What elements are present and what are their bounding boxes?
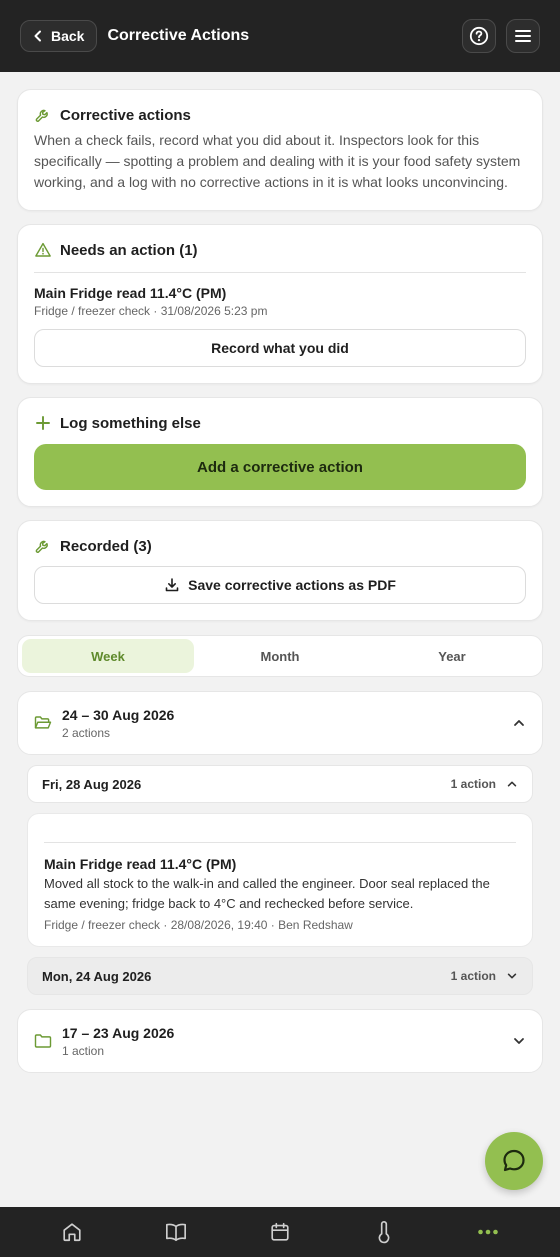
tab-month[interactable]: Month	[194, 639, 366, 673]
bottom-nav	[0, 1207, 560, 1257]
recorded-card: Recorded (3) Save corrective actions as …	[17, 520, 543, 621]
download-icon	[164, 577, 180, 593]
chat-button[interactable]	[485, 1132, 543, 1190]
wrench-icon	[34, 106, 52, 124]
back-label: Back	[51, 28, 85, 44]
period-tabs: Week Month Year	[17, 635, 543, 677]
save-pdf-label: Save corrective actions as PDF	[188, 577, 396, 593]
plus-icon	[34, 414, 52, 432]
menu-button[interactable]	[506, 19, 540, 53]
warning-icon	[34, 241, 52, 259]
needs-action-card: Needs an action (1) Main Fridge read 11.…	[17, 224, 543, 384]
log-else-title: Log something else	[60, 414, 201, 432]
intro-description: When a check fails, record what you did …	[34, 132, 521, 190]
day-count: 1 action	[450, 777, 496, 791]
week-count: 2 actions	[62, 725, 111, 740]
top-bar: Back Corrective Actions	[0, 0, 560, 72]
add-corrective-action-button[interactable]: Add a corrective action	[34, 444, 526, 490]
week-group-header[interactable]: 17 – 23 Aug 2026 1 action	[17, 1009, 543, 1073]
chevron-down-icon	[506, 970, 518, 982]
pending-item-title: Main Fridge read 11.4°C (PM)	[34, 285, 227, 301]
day-group-header[interactable]: Mon, 24 Aug 2026 1 action	[27, 957, 533, 995]
nav-temperature[interactable]	[356, 1212, 412, 1252]
week-range: 17 – 23 Aug 2026	[62, 1024, 175, 1041]
chevron-up-icon	[512, 716, 526, 730]
thermometer-icon	[376, 1220, 392, 1244]
divider	[44, 842, 516, 843]
entry-title: Main Fridge read 11.4°C (PM)	[44, 856, 237, 872]
folder-icon	[34, 1033, 52, 1049]
page-title: Corrective Actions	[107, 27, 250, 44]
folder-open-icon	[34, 715, 52, 731]
day-group-header[interactable]: Fri, 28 Aug 2026 1 action	[27, 765, 533, 803]
nav-more[interactable]	[460, 1212, 516, 1252]
book-icon	[164, 1221, 188, 1243]
chevron-up-icon	[506, 778, 518, 790]
entry-meta: Fridge / freezer check · 28/08/2026, 19:…	[44, 918, 353, 932]
nav-home[interactable]	[44, 1212, 100, 1252]
week-range: 24 – 30 Aug 2026	[62, 706, 175, 723]
hamburger-icon	[514, 28, 532, 44]
chevron-left-icon	[31, 29, 45, 43]
help-button[interactable]	[462, 19, 496, 53]
record-action-button[interactable]: Record what you did	[34, 329, 526, 367]
intro-title: Corrective actions	[60, 106, 191, 124]
week-group-header[interactable]: 24 – 30 Aug 2026 2 actions	[17, 691, 543, 755]
intro-card: Corrective actions When a check fails, r…	[17, 89, 543, 211]
record-action-label: Record what you did	[211, 340, 349, 356]
day-label: Mon, 24 Aug 2026	[42, 968, 152, 984]
save-pdf-button[interactable]: Save corrective actions as PDF	[34, 566, 526, 604]
tab-year[interactable]: Year	[366, 639, 538, 673]
day-count: 1 action	[450, 969, 496, 983]
help-icon	[469, 26, 489, 46]
back-button[interactable]: Back	[20, 20, 98, 52]
wrench-icon	[34, 537, 52, 555]
add-action-label: Add a corrective action	[197, 458, 363, 476]
more-icon	[477, 1228, 499, 1236]
main-content: Corrective actions When a check fails, r…	[0, 72, 560, 1083]
action-entry[interactable]: Main Fridge read 11.4°C (PM) Moved all s…	[27, 813, 533, 947]
week-count: 1 action	[62, 1043, 105, 1058]
home-icon	[61, 1221, 83, 1243]
entry-body: Moved all stock to the walk-in and calle…	[44, 876, 490, 911]
tab-week[interactable]: Week	[22, 639, 194, 673]
recorded-title: Recorded (3)	[60, 537, 152, 555]
nav-calendar[interactable]	[252, 1212, 308, 1252]
day-label: Fri, 28 Aug 2026	[42, 776, 142, 792]
nav-book[interactable]	[148, 1212, 204, 1252]
calendar-icon	[269, 1221, 291, 1243]
divider	[34, 272, 526, 273]
log-else-card: Log something else Add a corrective acti…	[17, 397, 543, 507]
chevron-down-icon	[512, 1034, 526, 1048]
chat-bubble-icon	[500, 1147, 528, 1175]
pending-item-meta: Fridge / freezer check · 31/08/2026 5:23…	[34, 304, 268, 318]
needs-action-title: Needs an action (1)	[60, 241, 198, 259]
